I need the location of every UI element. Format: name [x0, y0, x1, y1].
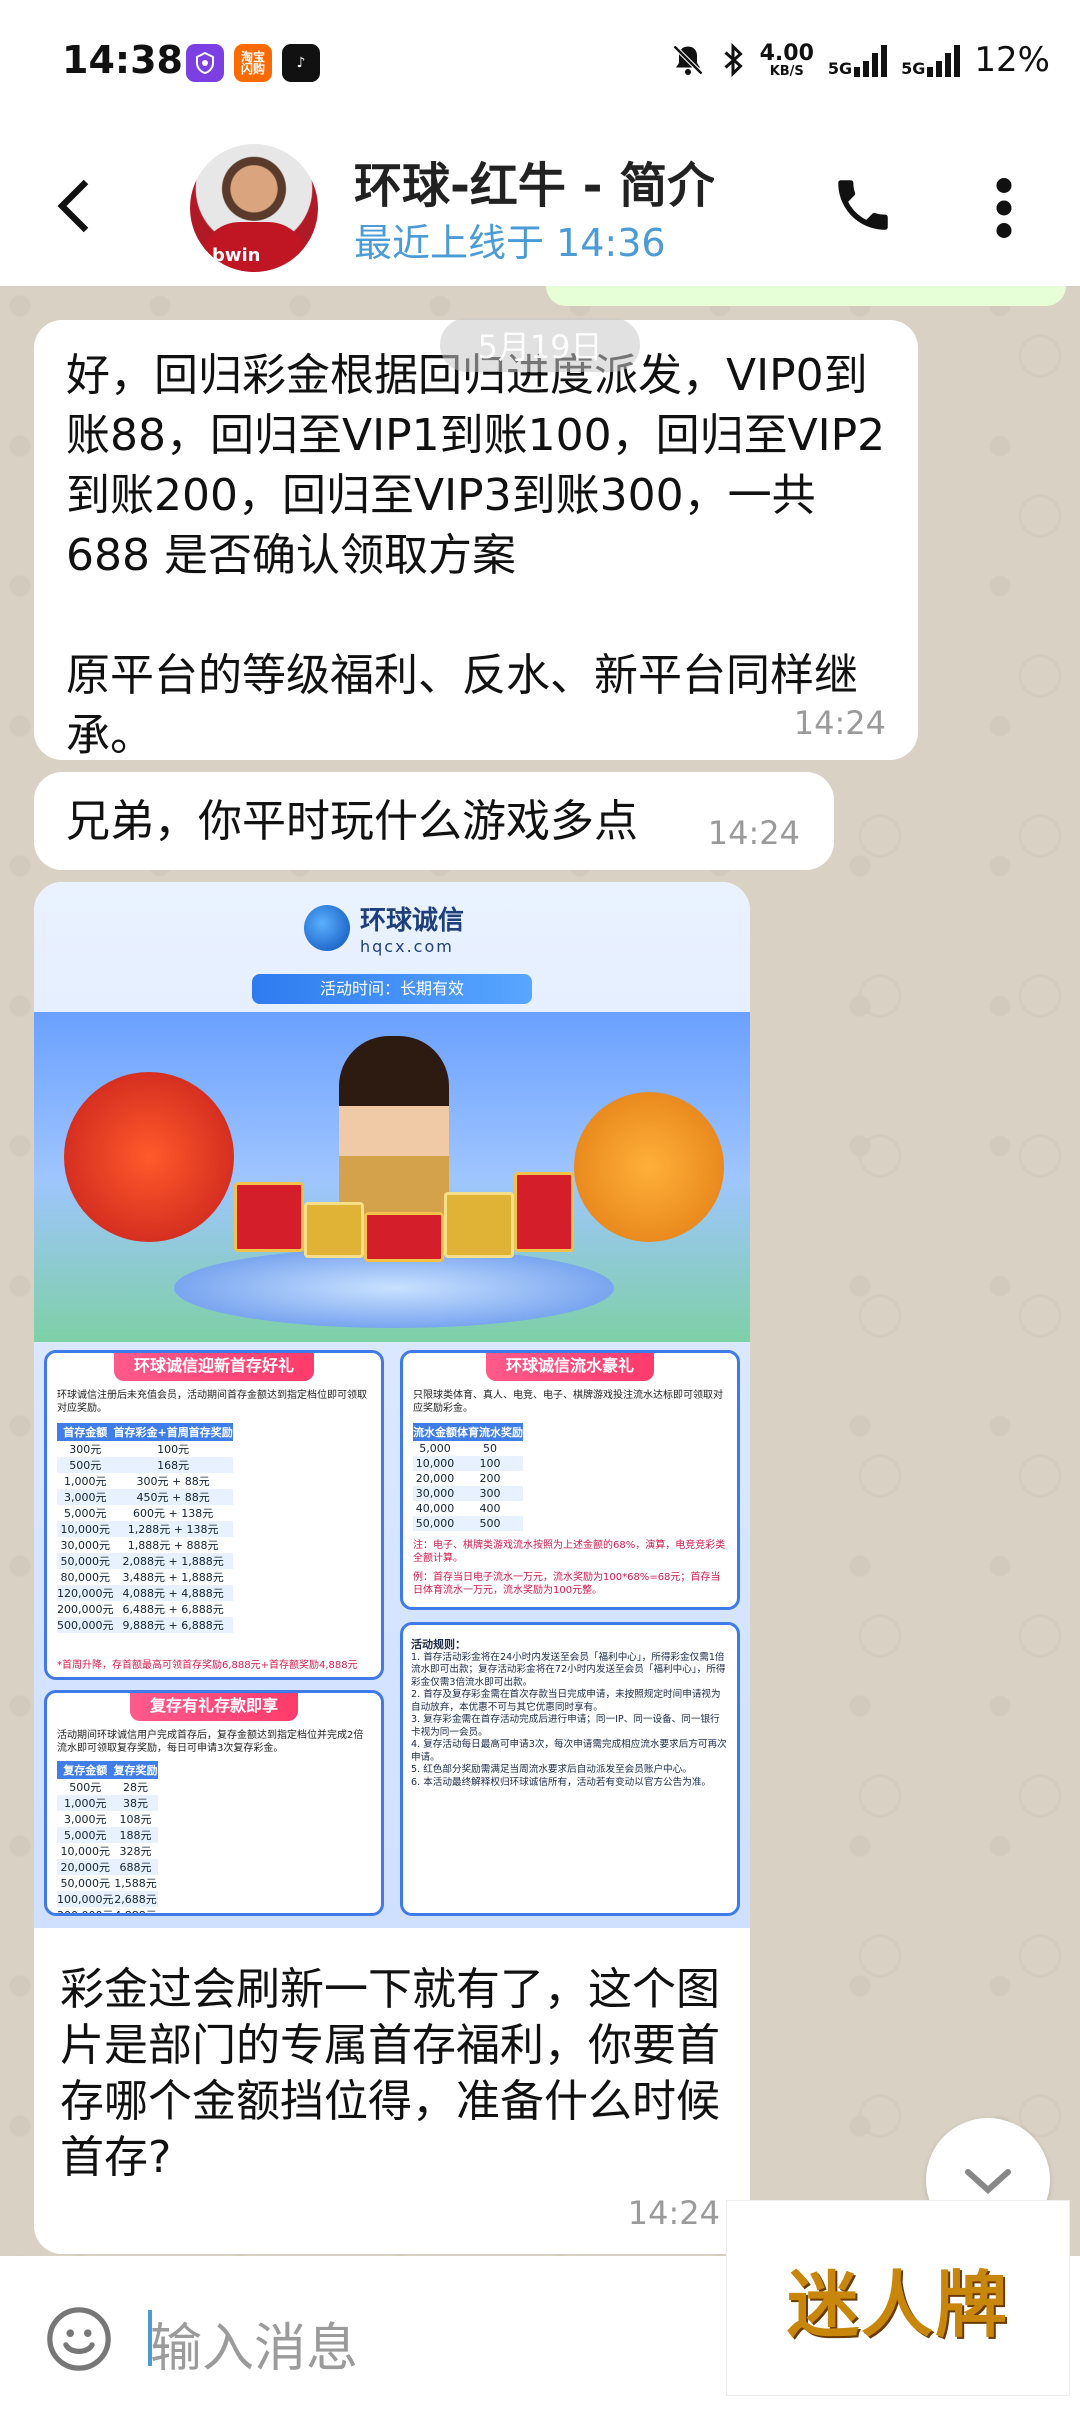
chat-header: bwin 环球-红牛 - 简介 最近上线于 14:36 [0, 126, 1080, 286]
turnover-panel: 环球诚信流水豪礼 只限球类体育、真人、电竞、电子、棋牌游戏投注流水达标即可领取对… [400, 1350, 740, 1610]
status-app-icons: 淘宝 闪购 ♪ [186, 44, 320, 82]
signal-2: 5G [901, 43, 961, 77]
message-text: 彩金过会刷新一下就有了，这个图片是部门的专属首存福利，你要首存哪个金额挡位得，准… [60, 1964, 720, 2183]
net-speed: 4.00 KB/S [759, 40, 814, 79]
message-time: 14:24 [707, 814, 800, 852]
rules-panel: 活动规则： 1. 首存活动彩金将在24小时内发送至会员「福利中心」，所得彩金仅需… [400, 1622, 740, 1916]
outgoing-bubble-partial[interactable] [546, 286, 1066, 306]
turnover-table: 流水金额 体育流水奖励 5,000 50 10,000 100 20,000 200 3… [413, 1423, 523, 1531]
date-chip: 5月19日 [440, 318, 640, 372]
chat-title[interactable]: 环球-红牛 - 简介 [354, 146, 714, 216]
message-time: 14:24 [627, 2194, 720, 2232]
mute-icon [672, 44, 703, 76]
promo-period: 活动时间：长期有效 [252, 974, 532, 1004]
watermark-logo: 迷人牌 [726, 2200, 1070, 2396]
first-deposit-table: 首存金额 首存彩金+首周首存奖励 300元 100元 500元 168元 1,000元… [57, 1423, 233, 1633]
soccer-ball-icon [304, 905, 350, 951]
promo-logo: 环球诚信 hqcx.com [304, 900, 464, 956]
message-bubble[interactable]: 好，回归彩金根据回归进度派发，VIP0到账88，回归至VIP1到账100，回归至… [34, 320, 918, 761]
shield-app-icon [186, 44, 224, 82]
message-bubble[interactable]: 兄弟，你平时玩什么游戏多点 14:24 [34, 772, 834, 870]
image-message-bubble[interactable]: 环球诚信 hqcx.com 活动时间：长期有效 环球诚信迎新首存好礼 环球诚信注… [34, 882, 750, 2254]
chat-area[interactable]: 好，回归彩金根据回归进度派发，VIP0到账88，回归至VIP1到账100，回归至… [0, 286, 1080, 2256]
status-indicators: 4.00 KB/S 5G 5G 12% [670, 40, 1050, 80]
more-options-icon[interactable] [992, 178, 1016, 238]
status-time: 14:38 [62, 38, 183, 82]
status-bar: 14:38 淘宝 闪购 ♪ 4.00 KB/S 5G 5G 12% [0, 0, 1080, 126]
first-deposit-panel: 环球诚信迎新首存好礼 环球诚信注册后未充值会员，活动期间首存金额达到指定档位即可… [44, 1350, 384, 1680]
message-text: 好，回归彩金根据回归进度派发，VIP0到账88，回归至VIP1到账100，回归至… [66, 350, 886, 761]
avatar[interactable]: bwin [190, 144, 318, 272]
promo-scene [34, 1012, 750, 1342]
redeposit-panel: 复存有礼存款即享 活动期间环球诚信用户完成首存后，复存金额达到指定档位并完成2倍… [44, 1690, 384, 1916]
signal-1: 5G [828, 43, 888, 77]
bluetooth-icon [724, 42, 743, 78]
last-seen-status: 最近上线于 14:36 [354, 221, 666, 265]
promo-image[interactable]: 环球诚信 hqcx.com 活动时间：长期有效 环球诚信迎新首存好礼 环球诚信注… [34, 882, 750, 1928]
message-text: 兄弟，你平时玩什么游戏多点 [66, 796, 638, 847]
phone-call-icon[interactable] [830, 172, 896, 238]
message-time: 14:24 [793, 704, 886, 742]
message-input[interactable]: 输入消息 [150, 2306, 358, 2381]
battery-level: 12% [974, 40, 1050, 80]
taobao-flash-icon: 淘宝 闪购 [234, 44, 272, 82]
back-arrow-icon[interactable] [50, 176, 98, 236]
emoji-icon[interactable] [44, 2304, 114, 2374]
tiktok-icon: ♪ [282, 44, 320, 82]
redeposit-table: 复存金额 复存奖励 500元 28元 1,000元 38元 3,000元 108元 5,… [57, 1761, 158, 1913]
